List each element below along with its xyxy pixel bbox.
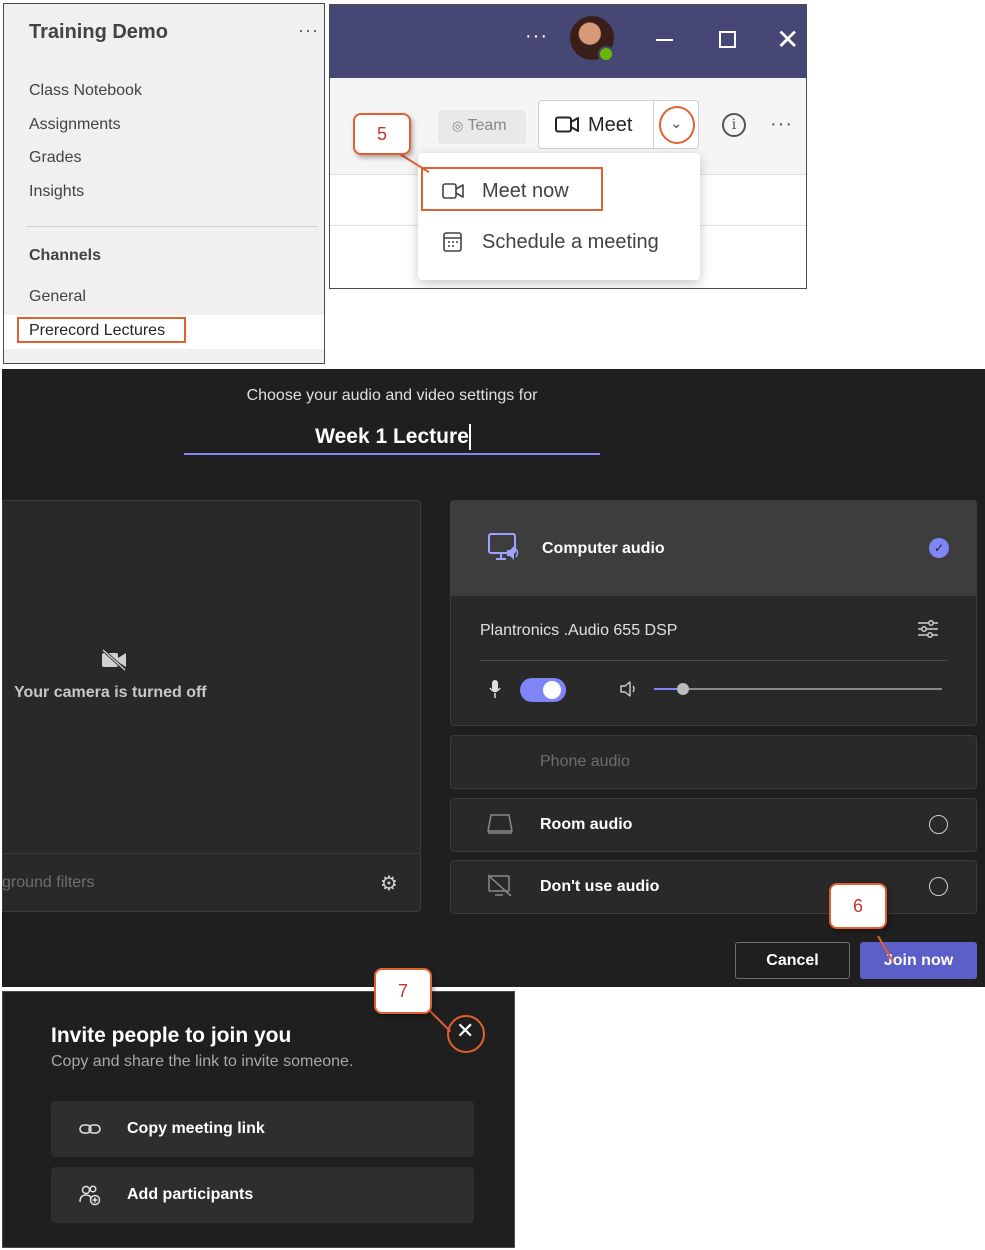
toolbar-more-button[interactable]: ··· — [770, 113, 793, 136]
team-chip[interactable]: ◎ Team — [438, 110, 526, 144]
computer-audio-label: Computer audio — [542, 540, 665, 557]
team-more-options-button[interactable]: ··· — [298, 20, 319, 41]
minimize-icon[interactable] — [656, 39, 673, 41]
speaker-icon — [620, 681, 635, 697]
menu-item-meet-now[interactable]: Meet now — [482, 180, 569, 203]
close-icon[interactable]: ✕ — [456, 1019, 474, 1044]
checkmark-icon: ✓ — [929, 538, 949, 558]
video-footer-divider — [2, 853, 421, 854]
window-more-button[interactable]: ··· — [525, 25, 548, 48]
info-icon[interactable]: i — [722, 113, 746, 137]
step-callout-6: 6 — [829, 883, 887, 929]
toggle-knob — [543, 681, 561, 699]
invite-dialog: Invite people to join you Copy and share… — [2, 991, 515, 1248]
camera-off-icon — [101, 649, 127, 671]
room-audio-icon — [487, 814, 513, 834]
no-audio-option[interactable] — [450, 860, 977, 914]
microphone-icon — [489, 680, 501, 698]
cancel-button[interactable]: Cancel — [735, 942, 850, 979]
eye-icon: ◎ — [452, 118, 464, 133]
chevron-down-icon[interactable]: ⌄ — [670, 114, 683, 132]
status-available-icon — [598, 46, 614, 62]
channels-heading: Channels — [29, 247, 102, 264]
prejoin-heading: Choose your audio and video settings for — [246, 387, 538, 404]
add-people-icon — [79, 1185, 101, 1206]
phone-audio-label: Phone audio — [540, 753, 630, 770]
phone-audio-option[interactable] — [450, 735, 977, 789]
background-filters-label[interactable]: ground filters — [2, 874, 95, 892]
text-caret — [469, 424, 471, 450]
step-callout-7: 7 — [374, 968, 432, 1014]
invite-subtitle: Copy and share the link to invite someon… — [51, 1053, 354, 1070]
room-audio-radio[interactable] — [929, 815, 948, 834]
copy-meeting-link-label: Copy meeting link — [127, 1120, 265, 1137]
add-participants-button[interactable] — [51, 1167, 474, 1223]
computer-audio-icon — [488, 533, 519, 560]
video-camera-icon — [555, 116, 579, 133]
device-settings-icon[interactable] — [916, 619, 940, 639]
close-window-icon[interactable]: ✕ — [776, 23, 799, 56]
room-audio-label: Room audio — [540, 816, 633, 833]
step-callout-5: 5 — [353, 113, 411, 155]
no-audio-label: Don't use audio — [540, 878, 660, 895]
team-name[interactable]: Training Demo — [29, 21, 168, 44]
room-audio-option[interactable] — [450, 798, 977, 852]
meet-button-label: Meet — [588, 114, 633, 136]
video-camera-icon — [442, 183, 464, 199]
link-icon — [79, 1124, 101, 1134]
no-audio-icon — [487, 874, 512, 897]
menu-item-schedule-meeting[interactable]: Schedule a meeting — [482, 231, 659, 254]
device-divider — [480, 660, 947, 661]
volume-slider-track[interactable] — [654, 688, 942, 690]
join-now-button[interactable]: Join now — [860, 942, 977, 979]
channel-general[interactable]: General — [29, 288, 86, 306]
title-underline — [184, 453, 600, 455]
no-audio-radio[interactable] — [929, 877, 948, 896]
sidebar-item-assignments[interactable]: Assignments — [29, 116, 121, 134]
sidebar-item-class-notebook[interactable]: Class Notebook — [29, 82, 142, 100]
video-preview — [2, 500, 421, 912]
meeting-title-input[interactable]: Week 1 Lecture — [184, 425, 600, 449]
invite-title: Invite people to join you — [51, 1024, 292, 1047]
camera-off-message: Your camera is turned off — [14, 684, 207, 701]
volume-slider-handle[interactable] — [676, 683, 689, 695]
sidebar-divider — [26, 226, 318, 227]
maximize-icon[interactable] — [719, 31, 736, 48]
gear-icon[interactable]: ⚙ — [380, 871, 398, 895]
computer-audio-option[interactable] — [450, 500, 977, 596]
add-participants-label: Add participants — [127, 1186, 254, 1203]
channel-prerecord-lectures[interactable]: Prerecord Lectures — [29, 322, 165, 340]
team-sidebar: Training Demo ··· Class Notebook Assignm… — [3, 3, 325, 364]
sidebar-item-grades[interactable]: Grades — [29, 149, 81, 167]
sidebar-item-insights[interactable]: Insights — [29, 183, 84, 201]
team-chip-label: Team — [467, 117, 507, 134]
audio-device-name[interactable]: Plantronics .Audio 655 DSP — [480, 622, 677, 640]
calendar-icon — [443, 232, 462, 252]
